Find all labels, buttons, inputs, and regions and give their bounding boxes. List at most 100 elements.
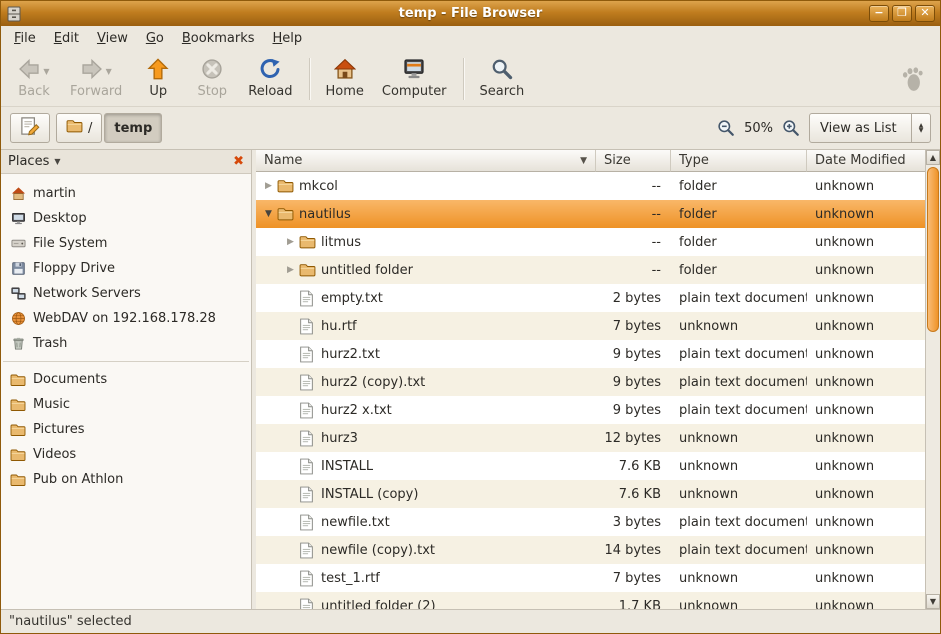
scrollbar-track[interactable] xyxy=(926,165,940,594)
file-row-hurz3[interactable]: hurz312 bytesunknownunknown xyxy=(256,424,925,452)
file-list: ▶mkcol--folderunknown ▼ nautilus --folder un… xyxy=(256,172,925,609)
place-label: Videos xyxy=(33,447,76,462)
toolbar-reload-button[interactable]: Reload xyxy=(239,56,301,101)
zoom-in-button[interactable] xyxy=(782,119,800,137)
place-videos[interactable]: Videos xyxy=(1,442,251,467)
place-pictures[interactable]: Pictures xyxy=(1,417,251,442)
toolbar-button-label: Back xyxy=(18,84,50,99)
file-row-hu-rtf[interactable]: hu.rtf7 bytesunknownunknown xyxy=(256,312,925,340)
scroll-down-button[interactable]: ▼ xyxy=(926,594,940,609)
toolbar-forward-button: ▼Forward xyxy=(61,56,131,101)
type-cell: unknown xyxy=(671,424,807,452)
column-header-size[interactable]: Size xyxy=(596,150,671,172)
sidebar-close-button[interactable]: ✖ xyxy=(233,155,244,168)
place-pub-on-athlon[interactable]: Pub on Athlon xyxy=(1,467,251,492)
toolbar-button-label: Search xyxy=(480,84,525,99)
toolbar-computer-button[interactable]: Computer xyxy=(373,56,456,101)
name-cell: INSTALL (copy) xyxy=(256,480,596,508)
menu-go[interactable]: Go xyxy=(137,28,173,49)
scrollbar-thumb[interactable] xyxy=(927,167,939,332)
place-trash[interactable]: Trash xyxy=(1,331,251,356)
place-webdav-on-192-168-178-28[interactable]: WebDAV on 192.168.178.28 xyxy=(1,306,251,331)
expander-collapsed-icon[interactable]: ▶ xyxy=(260,181,277,191)
file-name: newfile (copy).txt xyxy=(321,543,435,558)
column-header-label: Type xyxy=(679,153,709,168)
date-modified-cell: unknown xyxy=(807,396,925,424)
type-cell: folder xyxy=(671,200,807,228)
date-modified-cell: unknown xyxy=(807,312,925,340)
text-file-icon xyxy=(299,598,321,610)
file-row-untitled-folder-2[interactable]: untitled folder (2)1.7 KBunknownunknown xyxy=(256,592,925,609)
toolbar-search-button[interactable]: Search xyxy=(471,56,534,101)
close-button[interactable]: ✕ xyxy=(915,5,935,22)
name-cell: ▼ nautilus xyxy=(256,200,596,228)
expander-collapsed-icon[interactable]: ▶ xyxy=(282,265,299,275)
place-network-servers[interactable]: Network Servers xyxy=(1,281,251,306)
vertical-scrollbar[interactable]: ▲ ▼ xyxy=(925,150,940,609)
view-mode-label: View as List xyxy=(820,121,897,136)
file-name: nautilus xyxy=(299,207,351,222)
toolbar-button-label: Up xyxy=(149,84,167,99)
place-documents[interactable]: Documents xyxy=(1,367,251,392)
file-row-install[interactable]: INSTALL7.6 KBunknownunknown xyxy=(256,452,925,480)
file-row-install-copy[interactable]: INSTALL (copy)7.6 KBunknownunknown xyxy=(256,480,925,508)
path-button-temp[interactable]: temp xyxy=(104,113,162,143)
scroll-up-button[interactable]: ▲ xyxy=(926,150,940,165)
expander-expanded-icon[interactable]: ▼ xyxy=(260,209,277,219)
menu-view[interactable]: View xyxy=(88,28,137,49)
size-cell: -- xyxy=(596,256,671,284)
file-row-hurz2-copy-txt[interactable]: hurz2 (copy).txt9 bytesplain text docume… xyxy=(256,368,925,396)
toolbar-home-button[interactable]: Home xyxy=(317,56,373,101)
file-row-untitled-folder[interactable]: ▶untitled folder--folderunknown xyxy=(256,256,925,284)
zoom-out-button[interactable] xyxy=(717,119,735,137)
text-file-icon xyxy=(299,458,321,475)
folder-icon xyxy=(277,179,299,193)
view-mode-combo[interactable]: View as List ▲▼ xyxy=(809,113,931,143)
type-cell: unknown xyxy=(671,480,807,508)
place-desktop[interactable]: Desktop xyxy=(1,206,251,231)
menu-file[interactable]: File xyxy=(5,28,45,49)
menu-help[interactable]: Help xyxy=(264,28,312,49)
size-cell: 9 bytes xyxy=(596,340,671,368)
file-name: hu.rtf xyxy=(321,319,357,334)
file-row-hurz2-txt[interactable]: hurz2.txt9 bytesplain text documentunkno… xyxy=(256,340,925,368)
name-cell: ▶litmus xyxy=(256,228,596,256)
minimize-button[interactable]: − xyxy=(869,5,889,22)
column-header-name[interactable]: Name▼ xyxy=(256,150,596,172)
places-title: Places xyxy=(8,154,49,169)
column-header-type[interactable]: Type xyxy=(671,150,807,172)
desktop-icon xyxy=(10,211,26,226)
file-name: hurz3 xyxy=(321,431,358,446)
place-music[interactable]: Music xyxy=(1,392,251,417)
name-cell: newfile.txt xyxy=(256,508,596,536)
text-file-icon xyxy=(299,430,321,447)
place-label: Pictures xyxy=(33,422,84,437)
maximize-button[interactable]: ❐ xyxy=(892,5,912,22)
file-row-newfile-txt[interactable]: newfile.txt3 bytesplain text documentunk… xyxy=(256,508,925,536)
place-martin[interactable]: martin xyxy=(1,181,251,206)
titlebar[interactable]: temp - File Browser − ❐ ✕ xyxy=(1,1,940,26)
toolbar-button-label: Computer xyxy=(382,84,447,99)
toggle-location-entry-button[interactable] xyxy=(10,113,50,143)
menu-edit[interactable]: Edit xyxy=(45,28,88,49)
file-row-test-1-rtf[interactable]: test_1.rtf7 bytesunknownunknown xyxy=(256,564,925,592)
file-name: INSTALL (copy) xyxy=(321,487,418,502)
toolbar: ▼Back▼ForwardUpStopReloadHomeComputerSea… xyxy=(1,51,940,107)
file-row-nautilus[interactable]: ▼nautilus--folderunknown xyxy=(256,200,925,228)
file-row-newfile-copy-txt[interactable]: newfile (copy).txt14 bytesplain text doc… xyxy=(256,536,925,564)
date-modified-cell: unknown xyxy=(807,424,925,452)
menu-bookmarks[interactable]: Bookmarks xyxy=(173,28,264,49)
file-row-hurz2-x-txt[interactable]: hurz2 x.txt9 bytesplain text documentunk… xyxy=(256,396,925,424)
places-selector[interactable]: Places ▼ xyxy=(8,154,61,169)
file-row-empty-txt[interactable]: empty.txt2 bytesplain text documentunkno… xyxy=(256,284,925,312)
folder-icon xyxy=(299,263,321,277)
toolbar-up-button[interactable]: Up xyxy=(131,56,185,101)
column-header-date-modified[interactable]: Date Modified xyxy=(807,150,925,172)
path-button-root[interactable]: / xyxy=(56,113,102,143)
file-row-litmus[interactable]: ▶litmus--folderunknown xyxy=(256,228,925,256)
expander-collapsed-icon[interactable]: ▶ xyxy=(282,237,299,247)
place-file-system[interactable]: File System xyxy=(1,231,251,256)
folder-icon xyxy=(299,235,321,249)
file-row-mkcol[interactable]: ▶mkcol--folderunknown xyxy=(256,172,925,200)
place-floppy-drive[interactable]: Floppy Drive xyxy=(1,256,251,281)
